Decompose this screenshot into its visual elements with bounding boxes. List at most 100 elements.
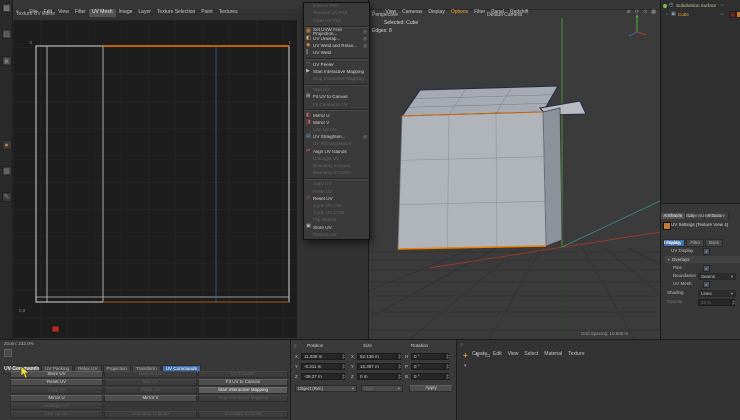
material-menu-edit[interactable]: Edit bbox=[490, 351, 505, 359]
uv-command-mirror-v[interactable]: Mirror V bbox=[104, 395, 197, 402]
spinner[interactable] bbox=[341, 373, 345, 380]
menu-image[interactable]: Image bbox=[116, 9, 136, 17]
menu-view[interactable]: View bbox=[55, 9, 72, 17]
uv-command-reset-uv[interactable]: Reset UV bbox=[10, 379, 103, 386]
texture-tag-icon[interactable]: × bbox=[729, 11, 736, 18]
projection-label[interactable]: Perspective bbox=[372, 12, 398, 18]
coord-field-rotation-h[interactable]: 0 ° bbox=[411, 353, 445, 360]
uv-canvas[interactable]: 0 1 0,0 bbox=[13, 20, 297, 338]
edit-menu[interactable]: Edit bbox=[686, 214, 694, 219]
spinner[interactable] bbox=[341, 363, 345, 370]
uvw-tag-icon[interactable] bbox=[736, 11, 740, 18]
coord-field-size-z[interactable]: 0 m bbox=[357, 373, 397, 380]
object-row-cube[interactable]: ∟ ▣ Cube ●● × bbox=[669, 11, 739, 20]
uv-display-checkbox[interactable]: ✓ bbox=[703, 248, 710, 255]
uv-command-mirror-u[interactable]: Mirror U bbox=[10, 395, 103, 402]
coord-field-position-x[interactable]: 11.038 m bbox=[301, 353, 341, 360]
tab-filter[interactable]: Filter bbox=[686, 239, 704, 247]
layer-dots[interactable]: ●● bbox=[720, 3, 724, 7]
camera-label[interactable]: Default Camera bbox=[487, 12, 522, 18]
spinner[interactable] bbox=[397, 363, 401, 370]
spinner[interactable] bbox=[397, 353, 401, 360]
shading-dropdown[interactable]: Lines▾ bbox=[698, 290, 736, 297]
menu-item-uv-weld[interactable]: ∥UV Weld bbox=[304, 50, 369, 57]
user-data-menu[interactable]: User Data bbox=[701, 214, 721, 219]
material-hamburger-icon[interactable]: ≡ bbox=[460, 342, 463, 347]
menu-item-uv-peeler[interactable]: ◠UV Peeler bbox=[304, 61, 369, 68]
menu-item-uv-weld-and-relax[interactable]: ◉UV Weld and Relax...◎ bbox=[304, 43, 369, 50]
uv-grid-icon[interactable]: ▦ bbox=[2, 166, 12, 176]
material-menu-select[interactable]: Select bbox=[521, 351, 541, 359]
spinner[interactable] bbox=[445, 353, 449, 360]
menu-item-mirror-v[interactable]: ◨Mirror V bbox=[304, 120, 369, 127]
menu-item-reset-uv[interactable]: ↺Reset UV bbox=[304, 196, 369, 203]
mesh-cube-icon[interactable]: ▣ bbox=[2, 56, 12, 66]
spinner[interactable] bbox=[445, 373, 449, 380]
opacity-field[interactable]: 25 % bbox=[698, 299, 731, 306]
overlays-group[interactable]: ▼ Overlays bbox=[667, 258, 690, 263]
menu-item-mirror-u[interactable]: ◧Mirror U bbox=[304, 112, 369, 119]
spinner[interactable] bbox=[445, 363, 449, 370]
options-gear-icon[interactable]: ◎ bbox=[361, 135, 367, 139]
uv-command-fit-uv-to-canvas[interactable]: Fit UV to Canvas bbox=[198, 379, 288, 386]
texture-image-icon[interactable]: ▨ bbox=[2, 29, 12, 39]
menu-item-set-uvw-from-projection[interactable]: ▦Set UVW from Projection...◎ bbox=[304, 29, 369, 36]
material-menu-texture[interactable]: Texture bbox=[565, 351, 587, 359]
mode-menu[interactable]: Mode bbox=[671, 214, 682, 219]
menu-item-align-uv-islands[interactable]: ⇄Align UV Islands bbox=[304, 148, 369, 155]
size-dropdown[interactable]: Size▾ bbox=[361, 385, 403, 392]
spinner[interactable] bbox=[341, 353, 345, 360]
menu-texture-selection[interactable]: Texture Selection bbox=[154, 9, 198, 17]
menu-item-start-interactive-mapping[interactable]: ▶Start Interactive Mapping bbox=[304, 69, 369, 76]
menu-uv-mesh[interactable]: UV Mesh bbox=[89, 9, 116, 17]
material-menu-material[interactable]: Material bbox=[541, 351, 565, 359]
coord-field-position-z[interactable]: -39.37 m bbox=[301, 373, 341, 380]
new-material-button[interactable]: + bbox=[463, 352, 468, 360]
paint-pencil-icon[interactable]: ✎ bbox=[475, 354, 480, 360]
spinner[interactable] bbox=[397, 373, 401, 380]
attr-hamburger-icon[interactable]: ≡ bbox=[663, 213, 666, 218]
object-name[interactable]: Cube bbox=[678, 12, 689, 18]
eraser-icon[interactable]: ▭ bbox=[485, 354, 490, 360]
options-gear-icon[interactable]: ◎ bbox=[361, 37, 367, 41]
preview-image-icon[interactable]: ▩ bbox=[2, 3, 12, 13]
material-menu-view[interactable]: View bbox=[505, 351, 522, 359]
paint-pen-icon[interactable]: ✎ bbox=[2, 192, 12, 202]
cube-mesh[interactable] bbox=[398, 86, 586, 249]
pins-checkbox[interactable]: ✓ bbox=[703, 265, 710, 272]
collapse-icon[interactable]: ▼ bbox=[667, 258, 670, 262]
menu-textures[interactable]: Textures bbox=[216, 9, 241, 17]
menu-item-uv-straighten[interactable]: ▤UV Straighten...◎ bbox=[304, 134, 369, 141]
apply-button[interactable]: Apply bbox=[409, 385, 453, 392]
options-gear-icon[interactable]: ◎ bbox=[361, 30, 367, 34]
object-name[interactable]: Subdivision Surface bbox=[676, 3, 716, 9]
uv-mesh-checkbox[interactable]: ✓ bbox=[703, 281, 710, 288]
menu-item-uv-unwrap[interactable]: ◧UV Unwrap...◎ bbox=[304, 36, 369, 43]
coord-field-rotation-p[interactable]: 0 ° bbox=[411, 363, 445, 370]
enabled-dot[interactable] bbox=[663, 4, 667, 8]
texture-toggle-icon[interactable] bbox=[4, 349, 12, 357]
texture-swatch[interactable] bbox=[52, 326, 59, 332]
menu-item-store-uv[interactable]: ▣Store UV bbox=[304, 224, 369, 231]
object-row-subdivision-surface[interactable]: ◴ Subdivision Surface ●● bbox=[663, 2, 739, 11]
material-list-dropdown-icon[interactable]: ▾ bbox=[464, 364, 467, 369]
coord-hamburger-icon[interactable]: ≡ bbox=[294, 343, 297, 348]
menu-paint[interactable]: Paint bbox=[198, 9, 215, 17]
coord-field-size-y[interactable]: 15.387 m bbox=[357, 363, 397, 370]
menu-item-fit-uv-to-canvas[interactable]: ⊞Fit UV to Canvas bbox=[304, 94, 369, 101]
menu-filter[interactable]: Filter bbox=[72, 9, 89, 17]
boundaries-dropdown[interactable]: Seams▾ bbox=[698, 273, 736, 280]
coord-field-size-x[interactable]: 52.136 m bbox=[357, 353, 397, 360]
menu-item-label: Copy UV bbox=[313, 182, 367, 187]
opacity-spinner[interactable] bbox=[731, 299, 735, 306]
menu-layer[interactable]: Layer bbox=[135, 9, 154, 17]
layer-dots[interactable]: ●● bbox=[720, 12, 724, 16]
options-gear-icon[interactable]: ◎ bbox=[361, 44, 367, 48]
mode-dropdown[interactable]: Object (Rel.)▾ bbox=[295, 385, 357, 392]
coord-field-position-y[interactable]: -8.311 m bbox=[301, 363, 341, 370]
coord-field-rotation-b[interactable]: 0 ° bbox=[411, 373, 445, 380]
uv-command-start-interactive-mapping[interactable]: Start Interactive Mapping bbox=[198, 387, 288, 394]
tab-back[interactable]: Back bbox=[705, 239, 723, 247]
viewport-3d[interactable]: ≡ ViewCamerasDisplayOptionsFilterPanelRe… bbox=[369, 0, 660, 340]
material-ball-icon[interactable]: ● bbox=[2, 140, 12, 150]
